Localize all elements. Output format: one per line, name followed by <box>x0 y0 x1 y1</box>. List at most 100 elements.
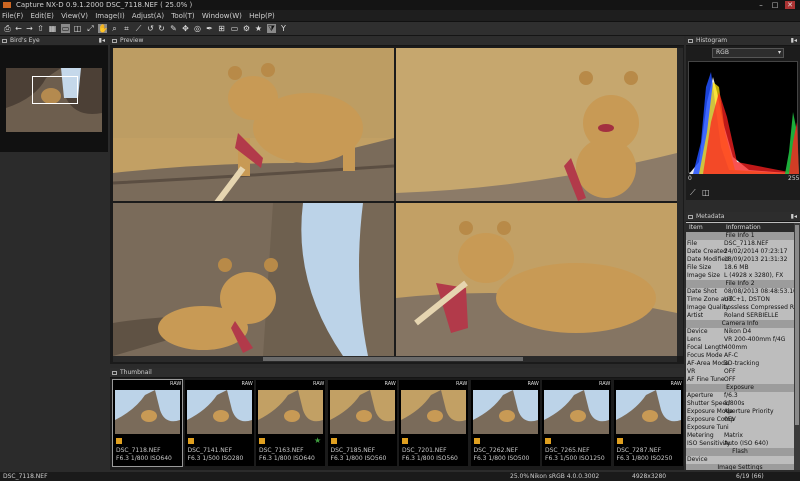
metadata-row[interactable]: Exposure Comp 0EV <box>686 416 794 424</box>
thumbnail-item[interactable]: RAW DSC_7118.NEF F6.3 1/800 ISO640 <box>112 379 183 467</box>
metadata-row[interactable]: Artist Roland SERBIELLE <box>686 312 794 320</box>
metadata-section[interactable]: Flash <box>686 448 794 456</box>
viewport-frame[interactable] <box>32 76 78 104</box>
filter-icon[interactable]: ⧩ <box>267 24 276 33</box>
preview-image-3[interactable] <box>113 203 394 356</box>
label-flag-icon[interactable] <box>616 438 623 444</box>
wand-icon[interactable]: ⟋ <box>690 188 696 198</box>
hand-tool-icon[interactable]: ✋ <box>98 24 108 33</box>
label-flag-icon[interactable] <box>116 438 122 444</box>
menu-adjust[interactable]: Adjust(A) <box>132 10 164 22</box>
vertical-scrollbar[interactable] <box>677 48 683 356</box>
maximize-icon[interactable]: □ <box>770 1 780 9</box>
panel-collapse-icon[interactable] <box>112 371 117 375</box>
zoom-tool-icon[interactable]: ⌕ <box>110 24 119 33</box>
back-icon[interactable]: ← <box>14 24 23 33</box>
thumbnail-item[interactable]: RAW DSC_7201.NEF F6.3 1/800 ISO560 <box>399 380 468 466</box>
thumbnail-item[interactable]: RAW DSC_7265.NEF F6.3 1/500 ISO1250 <box>542 380 611 466</box>
metadata-row[interactable]: Date Modified 18/09/2013 21:31:32 <box>686 256 794 264</box>
metadata-row[interactable]: Image Size L (4928 x 3280), FX <box>686 272 794 280</box>
menu-view[interactable]: View(V) <box>61 10 88 22</box>
metadata-row[interactable]: Time Zone and UTC+1, DSTON <box>686 296 794 304</box>
metadata-row[interactable]: AF-Area Mode 3D-tracking <box>686 360 794 368</box>
channel-select[interactable]: RGB ▾ <box>712 48 784 58</box>
forward-icon[interactable]: → <box>25 24 34 33</box>
monitor-icon[interactable]: ▭ <box>230 24 239 33</box>
rotate-right-icon[interactable]: ↻ <box>157 24 166 33</box>
metadata-row[interactable]: Focal Length 400mm <box>686 344 794 352</box>
metadata-section[interactable]: Image Settings <box>686 464 794 470</box>
metadata-section[interactable]: File Info 2 <box>686 280 794 288</box>
pin-icon[interactable]: ▮◂ <box>99 36 105 46</box>
metadata-row[interactable]: File DSC_7118.NEF <box>686 240 794 248</box>
rotate-left-icon[interactable]: ↺ <box>146 24 155 33</box>
metadata-row[interactable]: Image Quality Lossless Compressed RA <box>686 304 794 312</box>
single-view-icon[interactable]: ▭ <box>61 24 70 33</box>
thumbnail-item[interactable]: RAW DSC_7287.NEF F6.3 1/800 ISO250 <box>613 380 683 466</box>
metadata-row[interactable]: Shutter Speed 1/800s <box>686 400 794 408</box>
crop-tool-icon[interactable]: ⌗ <box>122 24 131 33</box>
panel-collapse-icon[interactable] <box>688 39 693 43</box>
funnel-icon[interactable]: Y <box>279 24 288 33</box>
grid-view-icon[interactable]: ▦ <box>48 24 57 33</box>
metadata-row[interactable]: Device <box>686 456 794 464</box>
metadata-row[interactable]: Date Shot 08/08/2013 08:48:53.10 <box>686 288 794 296</box>
metadata-section[interactable]: File Info 1 <box>686 232 794 240</box>
panel-collapse-icon[interactable] <box>112 39 117 43</box>
star-icon[interactable]: ★ <box>254 24 263 33</box>
compare-icon[interactable]: ⊞ <box>217 24 226 33</box>
metadata-row[interactable]: File Size 18.6 MB <box>686 264 794 272</box>
label-flag-icon[interactable] <box>330 438 337 444</box>
label-flag-icon[interactable] <box>473 438 480 444</box>
metadata-row[interactable]: Date Created 24/02/2014 07:23:17 <box>686 248 794 256</box>
scrollbar-thumb[interactable] <box>795 225 799 425</box>
metadata-row[interactable]: Device Nikon D4 <box>686 328 794 336</box>
compare-view-icon[interactable]: ◫ <box>73 24 82 33</box>
label-flag-icon[interactable] <box>187 438 194 444</box>
metadata-row[interactable]: ISO Sensitivity Auto (ISO 640) <box>686 440 794 448</box>
print-icon[interactable]: ⎙ <box>3 24 12 33</box>
pin-icon[interactable]: ▮◂ <box>791 36 797 46</box>
settings-icon[interactable]: ⚙ <box>242 24 251 33</box>
panel-collapse-icon[interactable] <box>2 39 7 43</box>
metadata-row[interactable]: Lens VR 200-400mm f/4G <box>686 336 794 344</box>
dust-off-icon[interactable]: ✎ <box>169 24 178 33</box>
menu-window[interactable]: Window(W) <box>202 10 242 22</box>
metadata-row[interactable]: VR OFF <box>686 368 794 376</box>
straighten-icon[interactable]: ⟋ <box>134 24 143 33</box>
metadata-row[interactable]: Metering Matrix <box>686 432 794 440</box>
picker-icon[interactable]: ✒ <box>205 24 214 33</box>
label-flag-icon[interactable] <box>545 438 551 444</box>
metadata-row[interactable]: Exposure Mode Aperture Priority <box>686 408 794 416</box>
metadata-row[interactable]: Focus Mode AF-C <box>686 352 794 360</box>
label-flag-icon[interactable] <box>402 438 408 444</box>
label-flag-icon[interactable] <box>259 438 265 444</box>
menu-help[interactable]: Help(P) <box>249 10 275 22</box>
thumbnail-item[interactable]: RAW ★ DSC_7163.NEF F6.3 1/800 ISO640 <box>256 380 325 466</box>
preview-image-1[interactable] <box>113 48 394 201</box>
minimize-icon[interactable]: – <box>756 1 766 9</box>
star-rating-icon[interactable]: ★ <box>314 436 321 445</box>
metadata-row[interactable]: Exposure Tuni <box>686 424 794 432</box>
panel-collapse-icon[interactable] <box>688 215 693 219</box>
scrollbar-thumb[interactable] <box>263 357 523 361</box>
thumbnail-item[interactable]: RAW DSC_7185.NEF F6.3 1/800 ISO560 <box>327 380 397 466</box>
menu-edit[interactable]: Edit(E) <box>30 10 53 22</box>
metadata-row[interactable]: Aperture f/6.3 <box>686 392 794 400</box>
close-icon[interactable]: ✕ <box>785 1 795 9</box>
redeye-icon[interactable]: ◎ <box>193 24 202 33</box>
pin-icon[interactable]: ▮◂ <box>791 212 797 222</box>
thumbnail-item[interactable]: RAW DSC_7262.NEF F6.3 1/800 ISO500 <box>470 380 540 466</box>
menu-tool[interactable]: Tool(T) <box>171 10 194 22</box>
fullscreen-icon[interactable]: ⤢ <box>86 24 95 33</box>
metadata-scrollbar[interactable] <box>794 223 800 470</box>
panel-toggle-icon[interactable]: ◫ <box>702 188 710 197</box>
metadata-section[interactable]: Exposure <box>686 384 794 392</box>
preview-image-2[interactable] <box>396 48 677 201</box>
horizontal-scrollbar[interactable] <box>113 356 677 362</box>
thumbnail-item[interactable]: RAW DSC_7141.NEF F6.3 1/500 ISO280 <box>184 380 254 466</box>
menu-file[interactable]: File(F) <box>2 10 23 22</box>
metadata-section[interactable]: Camera Info <box>686 320 794 328</box>
up-icon[interactable]: ⇧ <box>36 24 45 33</box>
metadata-row[interactable]: AF Fine Tune OFF <box>686 376 794 384</box>
